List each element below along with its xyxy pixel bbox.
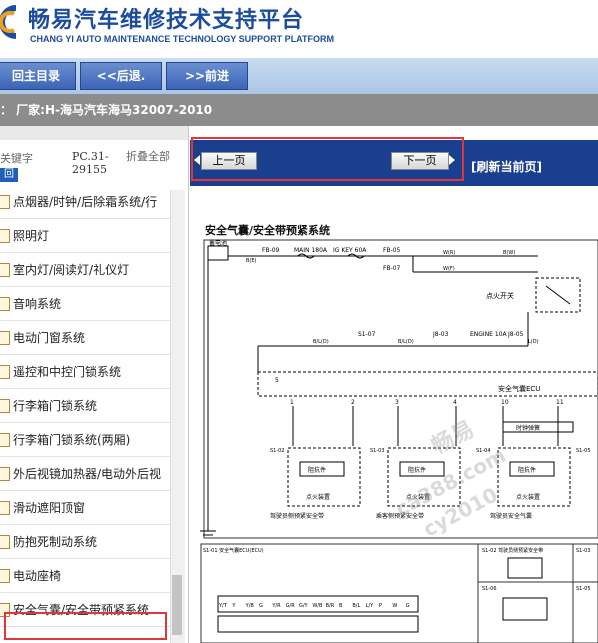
- tree-item-label: 电动座椅: [13, 569, 62, 583]
- breadcrumb: ： 厂家:H-海马汽车海马32007-2010: [0, 103, 213, 117]
- document-icon: [0, 569, 10, 583]
- tree-item-label: 防抱死制动系统: [13, 535, 98, 549]
- pin-code: Y/T: [218, 603, 228, 609]
- resistor-3: 阻抗件: [518, 466, 536, 474]
- wire-be: B(E): [246, 258, 257, 264]
- bottom-label-3: S1-03: [576, 548, 591, 554]
- bottom-label-1: S1-01 安全气囊ECU(ECU): [203, 547, 264, 554]
- document-icon: [0, 331, 10, 345]
- pin-5: 5: [275, 377, 279, 384]
- document-icon: [0, 229, 10, 243]
- fuse-5: FB-07: [383, 265, 401, 272]
- document-icon: [0, 433, 10, 447]
- bottom-label-2: S1-02 驾驶员侧预紧安全带: [482, 547, 543, 554]
- fuse-4: FB-05: [383, 247, 401, 254]
- back-button[interactable]: <<后退.: [80, 62, 162, 90]
- connector-2: J8-03: [432, 331, 449, 338]
- connector-4: J8-05: [507, 331, 524, 338]
- pin-code: L/Y: [366, 603, 374, 609]
- wire-bld-1: B/L(D): [313, 339, 329, 345]
- tree-item-label: 外后视镜加热器/电动外后视: [13, 467, 162, 481]
- bottom-label-4: S1-06: [482, 586, 497, 592]
- document-icon: [0, 263, 10, 277]
- module-3-label: 驾驶员安全气囊: [490, 512, 532, 520]
- pin-11: 11: [556, 399, 564, 406]
- document-icon: [0, 535, 10, 549]
- pin-code: G/R: [286, 603, 296, 609]
- tree-item-label: 室内灯/阅读灯/礼仪灯: [13, 263, 130, 277]
- left-pane-gap: [0, 126, 188, 140]
- home-button[interactable]: 回主目录: [0, 62, 76, 90]
- pin-code: G: [259, 603, 263, 609]
- keyword-label[interactable]: 关键字: [0, 152, 33, 165]
- fuse-1: FB-09: [262, 247, 280, 254]
- pin-2: 2: [351, 399, 355, 406]
- ecu-label: 安全气囊ECU: [498, 384, 540, 393]
- module-1-label: 驾驶员侧预紧安全带: [270, 512, 324, 520]
- pin-code: G: [406, 603, 410, 609]
- wire-bld-2: B/L(D): [398, 339, 414, 345]
- document-icon: [0, 467, 10, 481]
- pin-code: B/L: [352, 603, 360, 609]
- tree-item-label: 电动门窗系统: [13, 331, 86, 345]
- resistor-1: 阻抗件: [308, 466, 326, 474]
- pin-code: Y: [231, 603, 236, 609]
- wire-wf: W(F): [443, 266, 455, 272]
- site-title: 畅易汽车维修技术支持平台: [28, 8, 305, 33]
- document-icon: [0, 501, 10, 515]
- document-icon: [0, 365, 10, 379]
- pin-10: 10: [501, 399, 509, 406]
- connector-3: ENGINE 10A: [470, 331, 508, 338]
- ignition-label: 点火开关: [486, 291, 514, 300]
- wire-ld: L(D): [528, 339, 539, 345]
- pin-4: 4: [453, 399, 457, 406]
- module-3-part: 点火装置: [516, 493, 540, 501]
- highlight-box-pager: [191, 137, 464, 181]
- connector-pin-row: Y/T Y Y/B G Y/R G/R G/Y W/B B/R B B/L L/Y P W G: [218, 603, 410, 609]
- wire-wr: W(R): [443, 250, 455, 256]
- module-4-code: S1-05: [576, 448, 591, 454]
- document-icon: [0, 399, 10, 413]
- collapse-all-link[interactable]: 折叠全部: [126, 150, 170, 163]
- forward-button[interactable]: >>前进: [166, 62, 248, 90]
- tree-item-label: 行李箱门锁系统(两厢): [13, 433, 131, 447]
- site-subtitle: CHANG YI AUTO MAINTENANCE TECHNOLOGY SUP…: [30, 34, 335, 44]
- pin-code: W/B: [312, 603, 323, 609]
- pin-code: B: [339, 603, 343, 609]
- clock-spring-label: 时钟弹簧: [516, 424, 540, 432]
- pin-code: G/Y: [299, 603, 309, 609]
- tab-badge[interactable]: 回: [0, 168, 18, 182]
- code-label: PC.31-29155: [72, 150, 109, 176]
- tree-item-label: 滑动遮阳顶窗: [13, 501, 86, 515]
- document-icon: [0, 195, 10, 209]
- refresh-link[interactable]: [刷新当前页]: [471, 158, 542, 175]
- tree-item-label: 照明灯: [13, 229, 50, 243]
- fuse-3: IG KEY 60A: [333, 247, 367, 254]
- scrollbar-thumb[interactable]: [172, 575, 182, 635]
- pin-code: Y/R: [271, 603, 281, 609]
- pin-3: 3: [395, 399, 399, 406]
- wiring-diagram: 蓄电池 FB-09 MAIN 180A IG KEY 60A FB-05 FB-…: [200, 239, 598, 643]
- module-2-code: S1-03: [370, 448, 385, 454]
- battery-label: 蓄电池: [209, 239, 227, 247]
- pin-1: 1: [290, 399, 294, 406]
- highlight-box-selected: [4, 612, 167, 640]
- pin-code: P: [379, 603, 382, 609]
- module-1-code: S1-02: [270, 448, 285, 454]
- pin-code: W: [392, 603, 397, 609]
- tree-item-label: 遥控和中控门锁系统: [13, 365, 122, 379]
- tree-item-label: 行李箱门锁系统: [13, 399, 98, 413]
- tree-item-label: 点烟器/时钟/后除霜系统/行: [13, 195, 158, 209]
- logo-icon: [0, 5, 17, 39]
- resistor-2: 阻抗件: [408, 466, 426, 474]
- pin-code: B/R: [326, 603, 335, 609]
- connector-1: S1-07: [358, 331, 376, 338]
- module-1-part: 点火装置: [306, 493, 330, 501]
- pin-code: Y/B: [245, 603, 255, 609]
- document-icon: [0, 297, 10, 311]
- fuse-2: MAIN 180A: [294, 247, 328, 254]
- bottom-label-5: S1-05: [576, 586, 591, 592]
- wire-bw: B(W): [503, 250, 515, 256]
- tree-item-label: 音响系统: [13, 297, 62, 311]
